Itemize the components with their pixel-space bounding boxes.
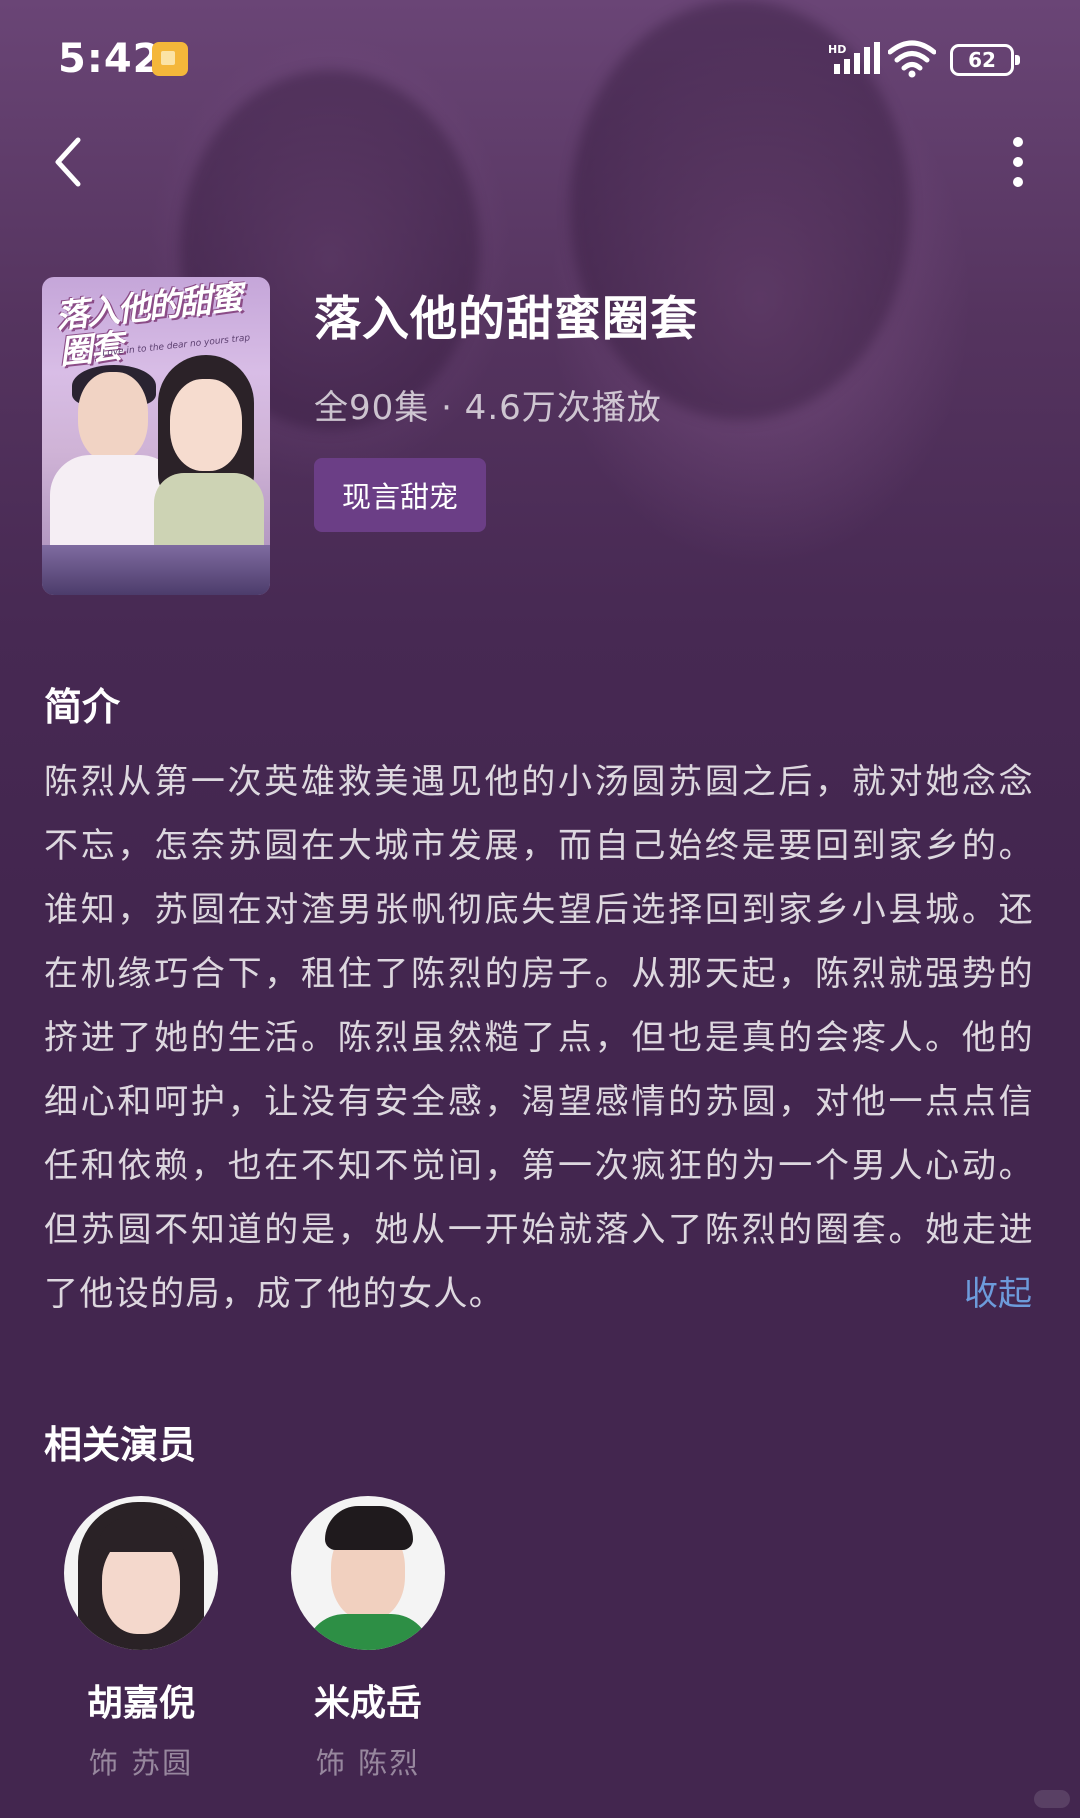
synopsis-text: 陈烈从第一次英雄救美遇见他的小汤圆苏圆之后，就对她念念不忘，怎奈苏圆在大城市发展… [44,762,1034,1314]
actor-card[interactable]: 胡嘉倪 饰 苏圆 [56,1496,226,1782]
status-bar: 5:42 HD 62 [0,0,1080,120]
poster-figure [170,379,242,471]
actor-avatar[interactable] [64,1496,218,1650]
drama-poster[interactable]: 落入他的甜蜜圈套 Love in to the dear no yours tr… [42,277,270,595]
actor-role: 饰 陈烈 [315,1746,421,1780]
avatar-jacket [305,1614,431,1650]
wifi-icon [888,40,936,78]
actor-name: 胡嘉倪 [86,1683,195,1724]
episode-play-count: 全90集 · 4.6万次播放 [314,388,662,428]
poster-figure [78,372,148,462]
back-button[interactable] [44,132,96,192]
actor-avatar[interactable] [291,1496,445,1650]
collapse-link[interactable]: 收起 [964,1266,1032,1315]
battery-level: 62 [968,48,996,72]
cellular-signal-icon: HD [828,42,880,74]
poster-title-art: 落入他的甜蜜圈套 [53,277,243,372]
cast-heading: 相关演员 [44,1423,197,1467]
notification-app-icon [152,42,188,76]
hd-label: HD [828,43,846,56]
actor-role: 饰 苏圆 [88,1746,194,1780]
chevron-left-icon [55,137,81,187]
actor-card[interactable]: 米成岳 饰 陈烈 [283,1496,453,1782]
actor-name: 米成岳 [313,1683,422,1724]
avatar-hair [325,1506,413,1550]
drama-title: 落入他的甜蜜圈套 [314,292,698,347]
more-vertical-icon [1013,137,1023,187]
battery-icon: 62 [950,44,1020,76]
poster-foreground [42,545,270,595]
avatar-bangs [98,1518,184,1552]
more-options-button[interactable] [1000,130,1036,194]
genre-tag[interactable]: 现言甜宠 [314,458,486,532]
watermark [1034,1790,1070,1808]
synopsis-heading: 简介 [44,685,121,729]
status-time: 5:42 [58,36,162,82]
